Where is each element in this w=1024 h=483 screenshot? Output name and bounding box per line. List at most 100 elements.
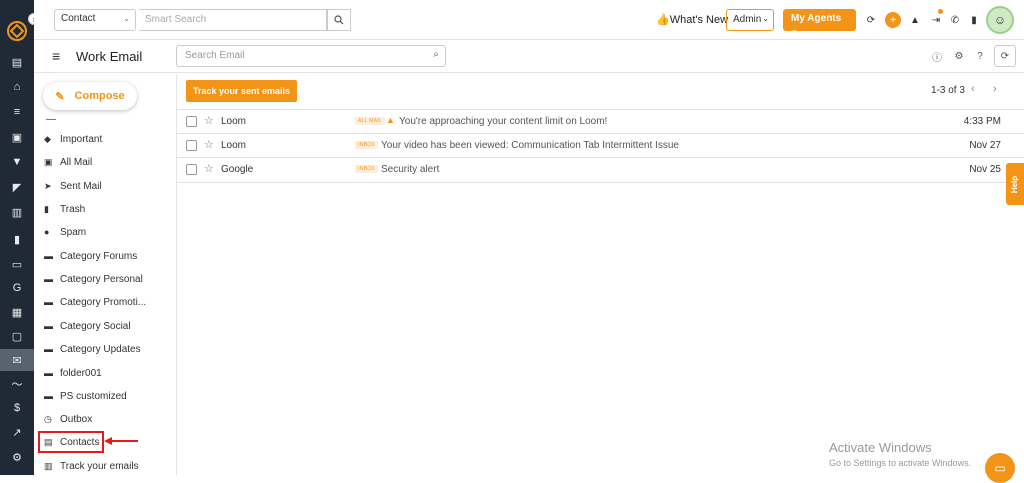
signature-icon[interactable]: ～ xyxy=(0,373,34,395)
help-label: Help xyxy=(1010,175,1020,193)
avatar[interactable]: ☺ xyxy=(986,6,1014,34)
help-question-icon[interactable]: ? xyxy=(973,49,987,63)
folder-category-personal[interactable]: ▬ Category Personal xyxy=(44,270,143,288)
row-checkbox[interactable] xyxy=(186,116,197,127)
admin-label: Admin xyxy=(733,14,762,25)
whats-new-label: What's New xyxy=(669,14,729,26)
trash-icon: ▮ xyxy=(44,203,49,214)
bar-chart-icon: ▥ xyxy=(44,460,53,471)
filter-icon[interactable]: ▼ xyxy=(0,151,34,173)
folder-outbox[interactable]: ◷ Outbox xyxy=(44,410,92,428)
settings-gear-icon[interactable]: ⚙ xyxy=(952,49,966,63)
next-page-icon[interactable]: › xyxy=(993,83,997,95)
admin-dropdown[interactable]: Admin ⌄ xyxy=(726,9,774,31)
star-icon[interactable]: ☆ xyxy=(204,162,214,175)
alert-circle-icon: ● xyxy=(44,227,50,237)
google-icon[interactable]: G xyxy=(0,277,34,299)
folder-category-social[interactable]: ▬ Category Social xyxy=(44,317,131,335)
send-icon: ➤ xyxy=(44,180,52,191)
info-icon[interactable]: ⓘ xyxy=(930,49,944,64)
phone-icon[interactable]: ✆ xyxy=(947,12,963,28)
notification-dot xyxy=(938,9,943,14)
folder-label: Trash xyxy=(60,203,86,215)
compose-button[interactable]: ✎ Compose xyxy=(43,82,137,110)
folder-icon: ▬ xyxy=(44,321,53,331)
warning-icon: ▲ xyxy=(386,115,395,125)
folder-spam[interactable]: ● Spam xyxy=(44,223,86,241)
contact-card-icon[interactable]: ▣ xyxy=(0,126,34,148)
star-icon[interactable]: ☆ xyxy=(204,114,214,127)
email-sender: Loom xyxy=(221,140,247,151)
settings-gear-icon[interactable]: ⚙ xyxy=(0,446,34,468)
folder-category-updates[interactable]: ▬ Category Updates xyxy=(44,340,141,358)
folder-trash[interactable]: ▮ Trash xyxy=(44,200,85,218)
search-email-input[interactable]: Search Email ⌕ xyxy=(176,45,446,67)
bell-icon[interactable]: ▲ xyxy=(907,12,923,28)
folder-category-forums[interactable]: ▬ Category Forums xyxy=(44,247,137,265)
star-icon[interactable]: ☆ xyxy=(204,138,214,151)
pagination-count: 1-3 of 3 xyxy=(931,85,965,96)
email-date: 4:33 PM xyxy=(963,116,1001,127)
folder-folder001[interactable]: ▬ folder001 xyxy=(44,364,102,382)
folder-open-icon[interactable]: ▭ xyxy=(0,253,34,275)
folder-all-mail[interactable]: ▣ All Mail xyxy=(44,153,92,171)
add-plus-icon[interactable]: + xyxy=(885,12,901,28)
help-tab[interactable]: Help xyxy=(1006,163,1024,205)
folder-icon: ▬ xyxy=(44,368,53,378)
row-checkbox[interactable] xyxy=(186,164,197,175)
notes-icon[interactable]: ▥ xyxy=(0,201,34,223)
clock-icon: ◷ xyxy=(44,413,52,424)
annotation-highlight-box xyxy=(38,431,104,453)
row-checkbox[interactable] xyxy=(186,140,197,151)
email-folder-badge: INBOX xyxy=(355,141,379,149)
email-subject: Your video has been viewed: Communicatio… xyxy=(381,140,679,151)
email-date: Nov 27 xyxy=(969,140,1001,151)
email-icon[interactable]: ✉ xyxy=(0,349,34,371)
folder-label: Outbox xyxy=(60,413,93,425)
email-row[interactable]: ☆ Loom INBOX Your video has been viewed:… xyxy=(177,133,1024,157)
search-icon xyxy=(334,15,344,25)
folder-label: Category Forums xyxy=(60,250,138,262)
activate-windows-title: Activate Windows xyxy=(829,440,932,455)
thumbs-up-icon: 👍 xyxy=(656,14,670,26)
whats-new-link[interactable]: 👍What's New xyxy=(656,13,728,26)
analytics-icon[interactable]: ▮ xyxy=(0,228,34,250)
list-icon[interactable]: ≡ xyxy=(0,101,34,123)
inbox-download-icon: ▣ xyxy=(44,156,53,167)
search-button[interactable] xyxy=(327,9,351,31)
email-date: Nov 25 xyxy=(969,164,1001,175)
calculator-icon[interactable]: ▦ xyxy=(0,301,34,323)
module-select[interactable]: Contact ⌄ xyxy=(54,9,136,31)
folder-label: Category Updates xyxy=(60,343,141,355)
chat-bubble-icon[interactable]: ▭ xyxy=(985,453,1015,483)
folder-track-your-emails[interactable]: ▥ Track your emails xyxy=(44,457,139,475)
folder-important[interactable]: ◆ Important xyxy=(44,130,102,148)
smart-search-placeholder: Smart Search xyxy=(145,14,207,25)
refresh-button[interactable]: ⟳ xyxy=(994,45,1016,67)
my-agents-button[interactable]: My Agents ⌄ xyxy=(783,9,856,34)
calendar-icon[interactable]: ▢ xyxy=(0,325,34,347)
track-sent-emails-button[interactable]: Track your sent emails xyxy=(186,80,297,102)
list-divider xyxy=(177,182,1024,183)
logout-icon[interactable]: ⇥ xyxy=(928,9,944,28)
folder-category-promotions[interactable]: ▬ Category Promoti... xyxy=(44,293,146,311)
megaphone-icon[interactable]: ◤ xyxy=(0,176,34,198)
collapse-dash[interactable]: — xyxy=(46,114,56,125)
email-folder-badge: INBOX xyxy=(355,165,379,173)
hamburger-menu-icon[interactable]: ≡ xyxy=(52,48,60,64)
folder-ps-customized[interactable]: ▬ PS customized xyxy=(44,387,127,405)
email-row[interactable]: ☆ Loom ALL MAIL ▲ You're approaching you… xyxy=(177,109,1024,133)
top-bar: Contact ⌄ Smart Search 👍What's New Admin… xyxy=(34,0,1024,40)
prev-page-icon[interactable]: ‹ xyxy=(971,83,975,95)
documents-icon[interactable]: ▤ xyxy=(0,51,34,73)
email-row[interactable]: ☆ Google INBOX Security alert Nov 25 xyxy=(177,157,1024,181)
bank-icon[interactable]: ⌂ xyxy=(0,76,34,98)
smart-search-input[interactable]: Smart Search xyxy=(139,9,327,31)
app-logo-icon[interactable] xyxy=(6,20,28,42)
trend-chart-icon[interactable]: ↗ xyxy=(0,421,34,443)
page-title: Work Email xyxy=(76,49,143,64)
clipboard-icon[interactable]: ▮ xyxy=(966,12,982,28)
refresh-icon[interactable]: ⟳ xyxy=(863,12,879,28)
folder-sent-mail[interactable]: ➤ Sent Mail xyxy=(44,177,102,195)
dollar-icon[interactable]: $ xyxy=(0,397,34,419)
